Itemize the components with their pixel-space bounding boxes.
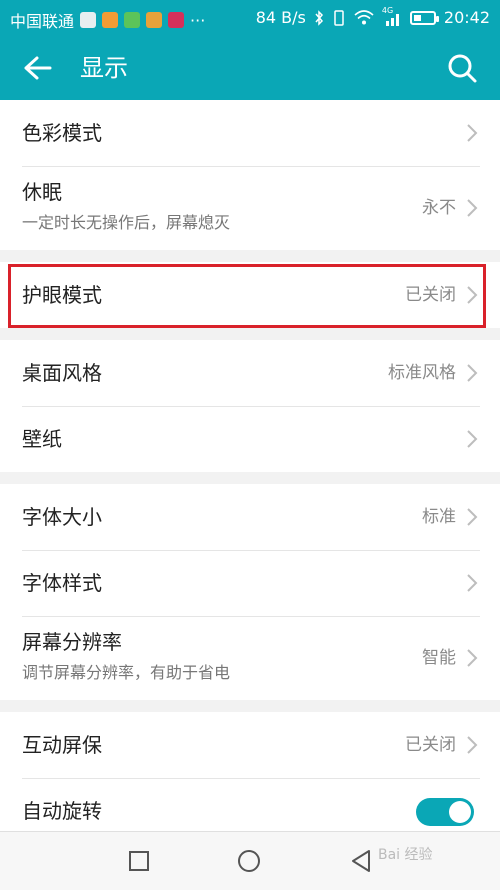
chevron-right-icon bbox=[467, 199, 478, 217]
back-icon[interactable] bbox=[347, 846, 377, 876]
more-notifications: ··· bbox=[190, 10, 206, 30]
navigation-bar: Bai 经验 bbox=[0, 831, 500, 890]
item-value: 标准 bbox=[422, 507, 456, 527]
network-speed: 84 B/s bbox=[255, 8, 306, 27]
carrier-label: 中国联通 bbox=[10, 12, 75, 31]
tv-app-icon bbox=[168, 12, 185, 28]
item-title: 互动屏保 bbox=[22, 733, 102, 757]
recent-apps-icon[interactable] bbox=[124, 846, 154, 876]
chevron-right-icon bbox=[467, 430, 478, 448]
item-value: 智能 bbox=[422, 648, 456, 668]
settings-list: 色彩模式 休眠 一定时长无操作后，屏幕熄灭 永不 护眼模式 已关闭 桌面风格 标… bbox=[0, 100, 500, 844]
watermark: Bai 经验 bbox=[378, 847, 433, 863]
settings-section: 色彩模式 休眠 一定时长无操作后，屏幕熄灭 永不 bbox=[0, 100, 500, 250]
item-subtitle: 一定时长无操作后，屏幕熄灭 bbox=[22, 213, 231, 232]
toggle-knob bbox=[449, 801, 471, 823]
item-title: 屏幕分辨率 bbox=[22, 630, 122, 654]
chevron-right-icon bbox=[467, 736, 478, 754]
app-header: 显示 bbox=[0, 36, 500, 100]
desktop-style-item[interactable]: 桌面风格 标准风格 bbox=[0, 340, 500, 406]
item-value: 标准风格 bbox=[388, 363, 456, 383]
battery-icon bbox=[409, 10, 439, 25]
font-style-item[interactable]: 字体样式 bbox=[0, 550, 500, 616]
item-value: 永不 bbox=[422, 198, 456, 218]
status-right: 84 B/s 4G 20:42 bbox=[255, 6, 490, 28]
wifi-icon bbox=[354, 9, 374, 24]
item-subtitle: 调节屏幕分辨率，有助于省电 bbox=[22, 663, 231, 682]
bluetooth-icon bbox=[315, 9, 323, 26]
play-app-icon bbox=[124, 12, 141, 28]
highlight-box bbox=[8, 264, 486, 328]
settings-section: 互动屏保 已关闭 自动旋转 bbox=[0, 712, 500, 844]
item-title: 字体样式 bbox=[22, 571, 102, 595]
vibrate-icon bbox=[334, 9, 344, 26]
sleep-item[interactable]: 休眠 一定时长无操作后，屏幕熄灭 永不 bbox=[0, 166, 500, 250]
item-title: 色彩模式 bbox=[22, 121, 102, 145]
auto-rotate-toggle[interactable] bbox=[416, 798, 474, 826]
home-icon[interactable] bbox=[234, 846, 264, 876]
item-title: 桌面风格 bbox=[22, 361, 102, 385]
item-title: 字体大小 bbox=[22, 505, 102, 529]
signal-icon: 4G bbox=[382, 6, 402, 26]
chevron-right-icon bbox=[467, 574, 478, 592]
item-title: 壁纸 bbox=[22, 427, 62, 451]
item-value: 已关闭 bbox=[405, 735, 456, 755]
settings-section: 桌面风格 标准风格 壁纸 bbox=[0, 340, 500, 472]
back-arrow-icon[interactable] bbox=[20, 52, 56, 84]
item-title: 自动旋转 bbox=[22, 799, 102, 823]
chevron-right-icon bbox=[467, 124, 478, 142]
interactive-screensaver-item[interactable]: 互动屏保 已关闭 bbox=[0, 712, 500, 778]
page-title: 显示 bbox=[80, 54, 128, 82]
chevron-right-icon bbox=[467, 508, 478, 526]
item-title: 休眠 bbox=[22, 180, 62, 204]
chevron-right-icon bbox=[467, 364, 478, 382]
screen-resolution-item[interactable]: 屏幕分辨率 调节屏幕分辨率，有助于省电 智能 bbox=[0, 616, 500, 700]
game-app-icon bbox=[146, 12, 163, 28]
clock: 20:42 bbox=[443, 8, 490, 27]
notification-icon bbox=[80, 12, 97, 28]
video-app-icon bbox=[102, 12, 119, 28]
font-size-item[interactable]: 字体大小 标准 bbox=[0, 484, 500, 550]
status-left: 中国联通 ··· bbox=[10, 8, 205, 32]
status-bar: 中国联通 ··· 84 B/s 4G 20:42 bbox=[0, 0, 500, 36]
chevron-right-icon bbox=[467, 649, 478, 667]
settings-section: 字体大小 标准 字体样式 屏幕分辨率 调节屏幕分辨率，有助于省电 智能 bbox=[0, 484, 500, 700]
search-icon[interactable] bbox=[446, 52, 478, 84]
color-mode-item[interactable]: 色彩模式 bbox=[0, 100, 500, 166]
wallpaper-item[interactable]: 壁纸 bbox=[0, 406, 500, 472]
